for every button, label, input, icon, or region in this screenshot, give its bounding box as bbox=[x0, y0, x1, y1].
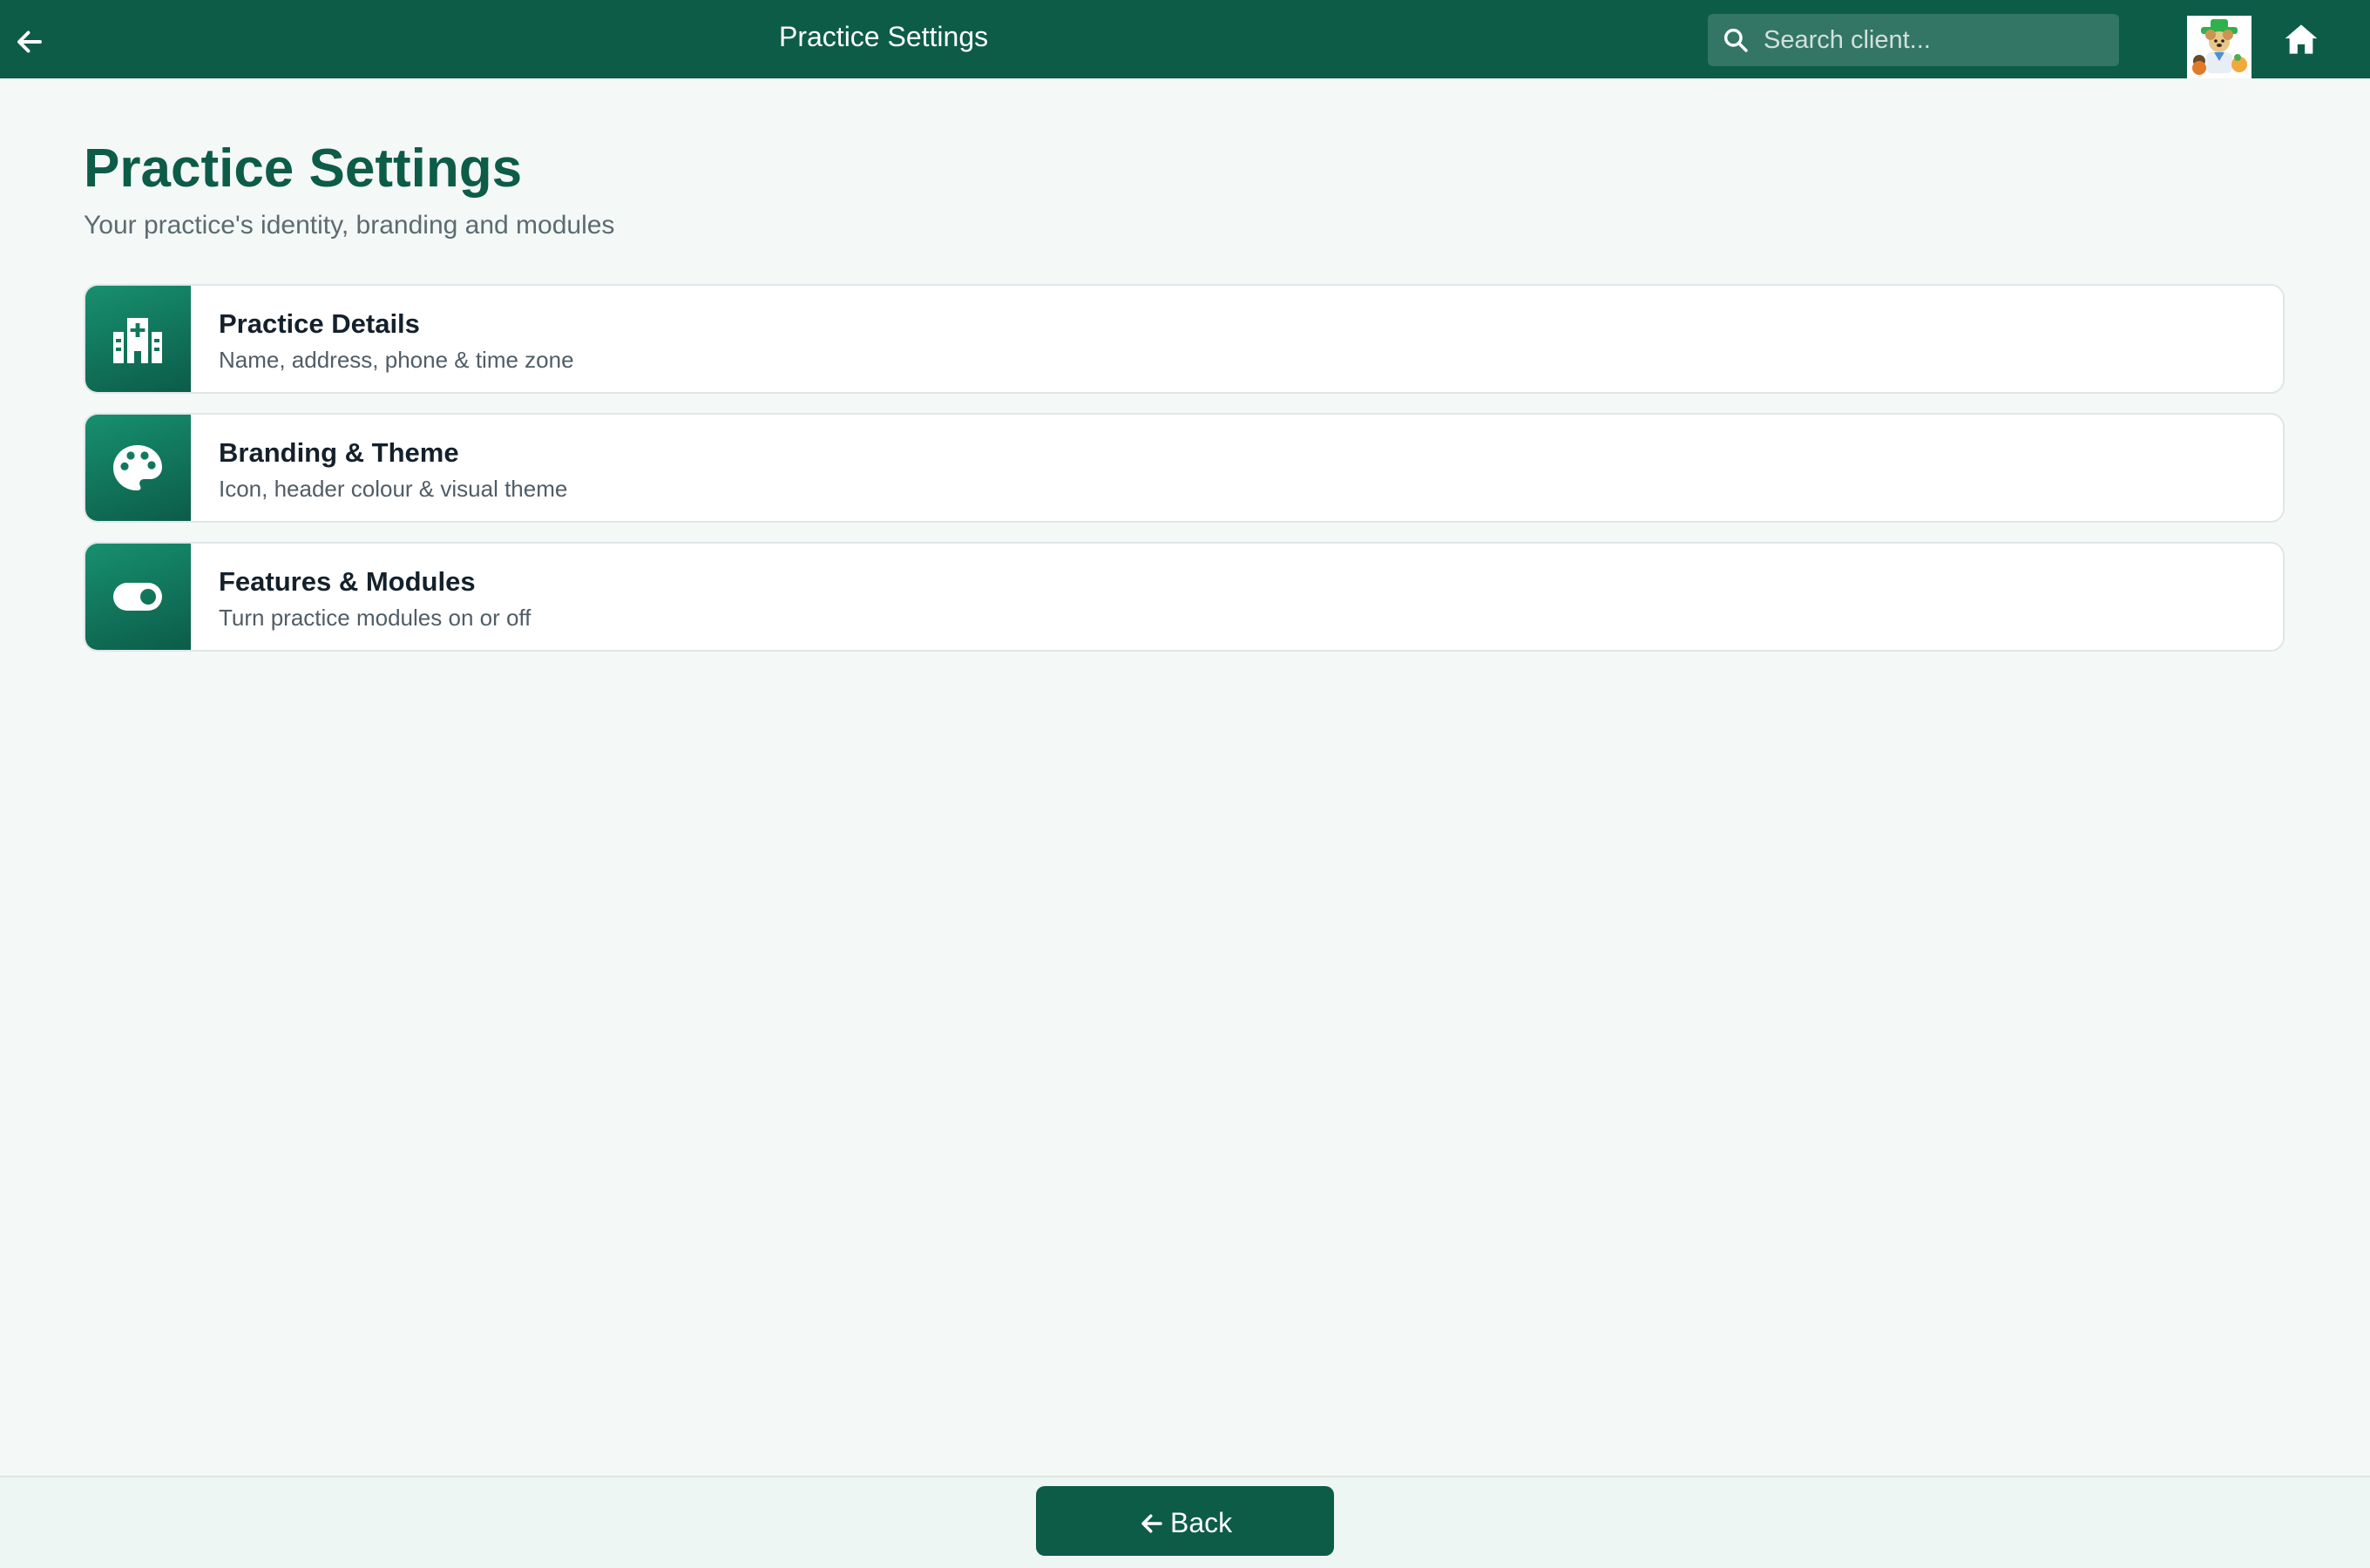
footer-bar: Back bbox=[0, 1476, 2370, 1568]
back-button-label: Back bbox=[1170, 1507, 1233, 1538]
card-description: Icon, header colour & visual theme bbox=[219, 476, 568, 502]
hospital-icon bbox=[113, 318, 162, 363]
card-icon-container bbox=[85, 286, 191, 392]
search-icon bbox=[1723, 28, 1748, 52]
card-title: Features & Modules bbox=[219, 566, 476, 597]
avatar[interactable] bbox=[2187, 16, 2252, 78]
practice-details-card[interactable]: Practice Details Name, address, phone & … bbox=[84, 284, 2285, 394]
card-title: Practice Details bbox=[219, 308, 420, 339]
toggle-icon bbox=[113, 583, 162, 611]
search-box[interactable] bbox=[1708, 14, 2119, 66]
practice-logo-icon bbox=[2187, 16, 2252, 78]
palette-icon bbox=[113, 445, 162, 490]
top-bar: Practice Settings bbox=[0, 0, 2370, 78]
search-input[interactable] bbox=[1764, 14, 2109, 66]
card-icon-container bbox=[85, 544, 191, 650]
card-title: Branding & Theme bbox=[219, 437, 459, 468]
features-modules-card[interactable]: Features & Modules Turn practice modules… bbox=[84, 542, 2285, 652]
card-icon-container bbox=[85, 415, 191, 521]
header-title: Practice Settings bbox=[779, 21, 989, 52]
arrow-left-icon[interactable] bbox=[14, 26, 45, 57]
arrow-left-icon bbox=[1141, 1514, 1162, 1533]
card-description: Name, address, phone & time zone bbox=[219, 347, 574, 373]
back-button[interactable]: Back bbox=[1036, 1486, 1334, 1556]
page-title: Practice Settings bbox=[84, 139, 523, 199]
page-subtitle: Your practice's identity, branding and m… bbox=[84, 211, 615, 240]
branding-theme-card[interactable]: Branding & Theme Icon, header colour & v… bbox=[84, 413, 2285, 523]
back-button-content: Back bbox=[1139, 1507, 1232, 1539]
card-description: Turn practice modules on or off bbox=[219, 605, 532, 631]
home-icon[interactable] bbox=[2284, 23, 2319, 56]
